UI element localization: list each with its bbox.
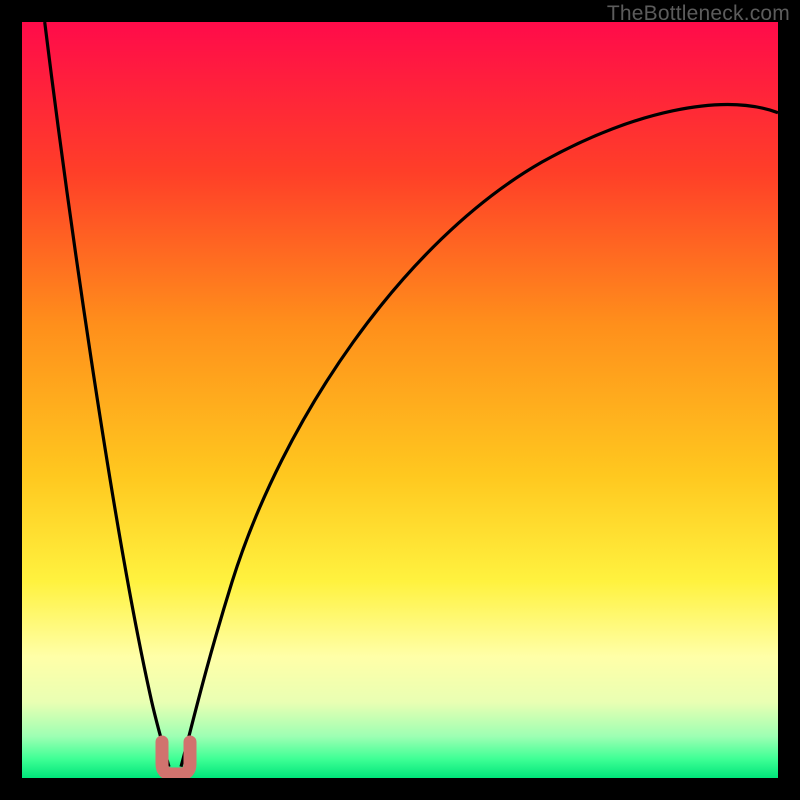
gradient-background <box>22 22 778 778</box>
bottleneck-chart <box>22 22 778 778</box>
watermark-text: TheBottleneck.com <box>607 2 790 26</box>
chart-frame: TheBottleneck.com <box>0 0 800 800</box>
